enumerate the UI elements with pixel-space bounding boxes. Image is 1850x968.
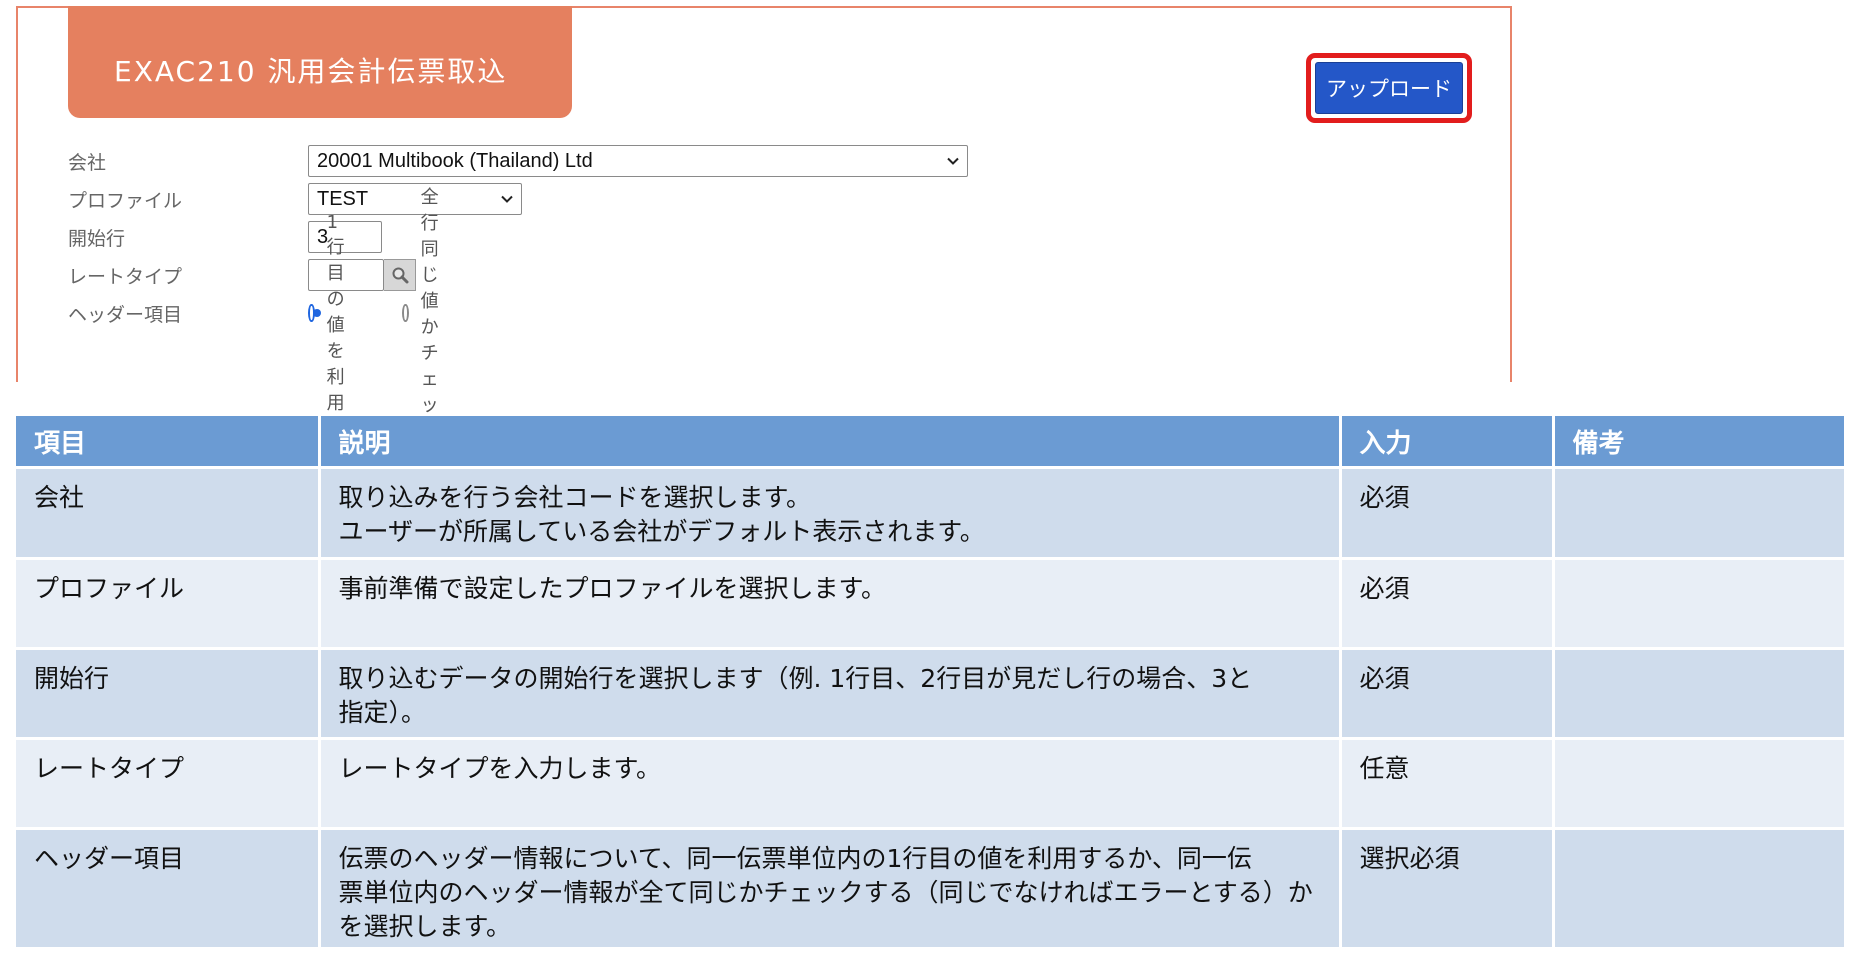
- cell-item: 開始行: [16, 648, 321, 740]
- chevron-down-icon: [501, 195, 513, 203]
- upload-button[interactable]: アップロード: [1315, 62, 1463, 114]
- description-line: 票単位内のヘッダー情報が全て同じかチェックする（同じでなければエラーとする）か: [338, 878, 1313, 907]
- table-row: ヘッダー項目 伝票のヘッダー情報について、同一伝票単位内の1行目の値を利用するか…: [16, 828, 1844, 950]
- company-select[interactable]: 20001 Multibook (Thailand) Ltd: [308, 145, 968, 177]
- radio-all-rows-check-label[interactable]: 全行同じ値かチェック: [421, 183, 454, 443]
- table-row: レートタイプ レートタイプを入力します。 任意: [16, 738, 1844, 830]
- description-line: 事前準備で設定したプロファイルを選択します。: [338, 574, 887, 603]
- cell-description: 取り込むデータの開始行を選択します（例. 1行目、2行目が見だし行の場合、3と …: [319, 648, 1342, 740]
- radio-first-row[interactable]: [308, 304, 321, 322]
- cell-description: 事前準備で設定したプロファイルを選択します。: [319, 558, 1342, 650]
- profile-label: プロファイル: [68, 189, 183, 212]
- company-control: 20001 Multibook (Thailand) Ltd: [308, 145, 968, 177]
- company-select-value: 20001 Multibook (Thailand) Ltd: [317, 149, 593, 172]
- form-panel: EXAC210 汎用会計伝票取込 アップロード 会社 20001 Multibo…: [16, 6, 1512, 442]
- cell-note: [1553, 648, 1844, 740]
- column-header-input: 入力: [1340, 416, 1555, 469]
- column-header-item: 項目: [16, 416, 321, 469]
- rate-type-label: レートタイプ: [68, 265, 183, 288]
- description-line: 取り込むデータの開始行を選択します（例. 1行目、2行目が見だし行の場合、3と: [338, 664, 1253, 693]
- cell-input: 選択必須: [1340, 828, 1555, 950]
- table-row: プロファイル 事前準備で設定したプロファイルを選択します。 必須: [16, 558, 1844, 650]
- radio-first-row-label[interactable]: 1行目の値を利用: [327, 212, 352, 415]
- description-line: を選択します。: [338, 912, 512, 941]
- table-row: 開始行 取り込むデータの開始行を選択します（例. 1行目、2行目が見だし行の場合…: [16, 648, 1844, 740]
- cell-input: 必須: [1340, 467, 1555, 560]
- cell-description: 取り込みを行う会社コードを選択します。 ユーザーが所属している会社がデフォルト表…: [319, 467, 1342, 560]
- cell-item: レートタイプ: [16, 738, 321, 830]
- company-label: 会社: [68, 151, 107, 174]
- description-table: 項目 説明 入力 備考 会社 取り込みを行う会社コードを選択します。 ユーザーが…: [16, 416, 1844, 950]
- description-line: レートタイプを入力します。: [338, 754, 662, 783]
- page-title: EXAC210 汎用会計伝票取込: [68, 6, 572, 118]
- table-header-row: 項目 説明 入力 備考: [16, 416, 1844, 469]
- cell-note: [1553, 828, 1844, 950]
- header-item-label: ヘッダー項目: [68, 303, 183, 326]
- start-row-label: 開始行: [68, 227, 126, 250]
- cell-input: 必須: [1340, 558, 1555, 650]
- description-line: 指定）。: [338, 698, 427, 727]
- upload-highlight: アップロード: [1306, 53, 1472, 123]
- radio-all-rows-check[interactable]: [402, 304, 409, 322]
- chevron-down-icon: [947, 157, 959, 165]
- header-item-control: 1行目の値を利用 全行同じ値かチェック: [308, 183, 454, 443]
- cell-description: 伝票のヘッダー情報について、同一伝票単位内の1行目の値を利用するか、同一伝 票単…: [319, 828, 1342, 950]
- cell-note: [1553, 467, 1844, 560]
- cell-note: [1553, 738, 1844, 830]
- cell-item: 会社: [16, 467, 321, 560]
- cell-note: [1553, 558, 1844, 650]
- description-line: 取り込みを行う会社コードを選択します。: [338, 483, 812, 512]
- cell-item: ヘッダー項目: [16, 828, 321, 950]
- cell-input: 任意: [1340, 738, 1555, 830]
- column-header-description: 説明: [319, 416, 1342, 469]
- description-line: 伝票のヘッダー情報について、同一伝票単位内の1行目の値を利用するか、同一伝: [338, 844, 1252, 873]
- table-row: 会社 取り込みを行う会社コードを選択します。 ユーザーが所属している会社がデフォ…: [16, 467, 1844, 560]
- cell-item: プロファイル: [16, 558, 321, 650]
- description-line: ユーザーが所属している会社がデフォルト表示されます。: [338, 517, 985, 546]
- column-header-note: 備考: [1553, 416, 1844, 469]
- cell-input: 必須: [1340, 648, 1555, 740]
- cell-description: レートタイプを入力します。: [319, 738, 1342, 830]
